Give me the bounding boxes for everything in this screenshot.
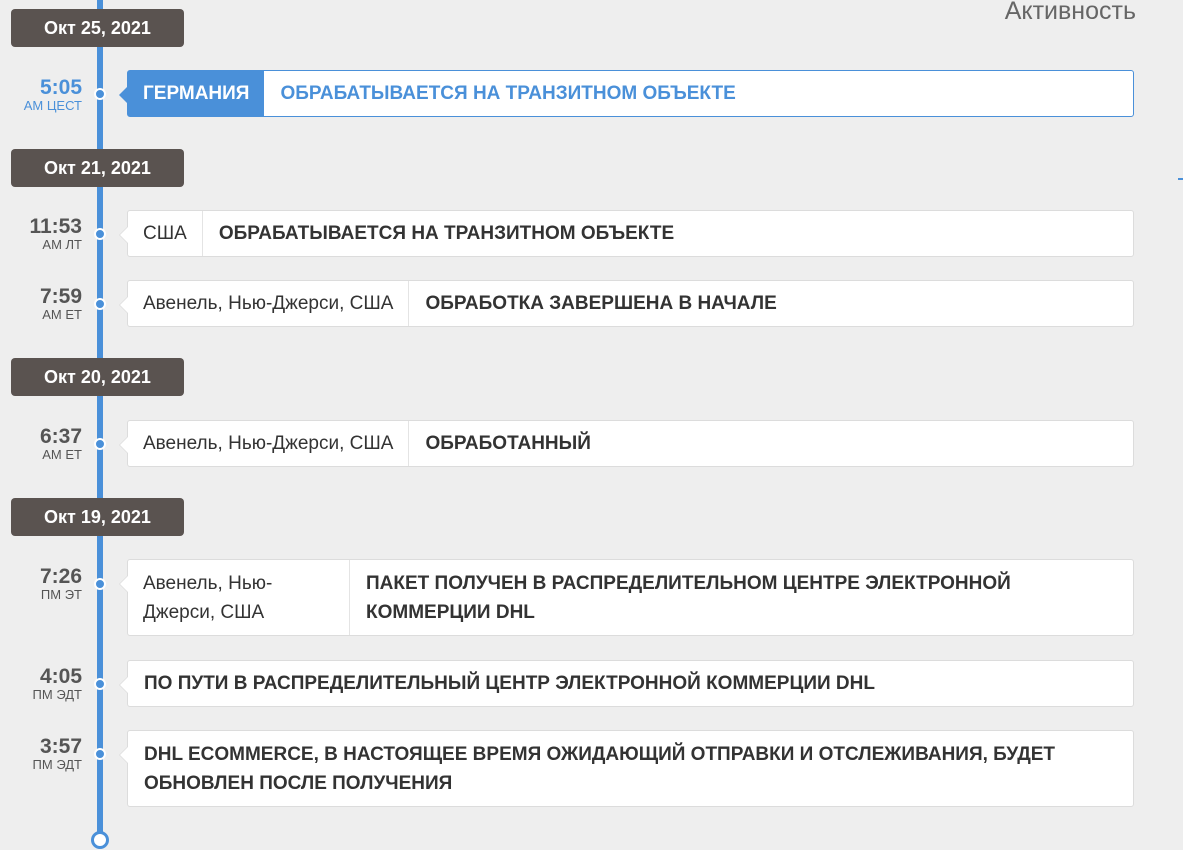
event-time: 5:05 AM ЦЕСТ bbox=[8, 77, 82, 113]
event-status: ОБРАБАТЫВАЕТСЯ НА ТРАНЗИТНОМ ОБЪЕКТЕ bbox=[280, 83, 736, 104]
event-status: ОБРАБОТКА ЗАВЕРШЕНА В НАЧАЛЕ bbox=[425, 293, 777, 314]
timeline-dot bbox=[94, 228, 106, 240]
time-zone: AM ET bbox=[42, 447, 82, 462]
time-value: 6:37 bbox=[39, 425, 82, 448]
date-badge: Окт 20, 2021 bbox=[11, 358, 184, 396]
time-value: 7:59 bbox=[39, 285, 82, 308]
event-time: 4:05 ПМ ЭДТ bbox=[8, 666, 82, 702]
event-card[interactable]: ГЕРМАНИЯ ОБРАБАТЫВАЕТСЯ НА ТРАНЗИТНОМ ОБ… bbox=[119, 70, 1134, 117]
event-status: ОБРАБАТЫВАЕТСЯ НА ТРАНЗИТНОМ ОБЪЕКТЕ bbox=[218, 223, 675, 244]
time-zone: ПМ ЭДТ bbox=[32, 687, 82, 702]
event-card[interactable]: ПО ПУТИ В РАСПРЕДЕЛИТЕЛЬНЫЙ ЦЕНТР ЭЛЕКТР… bbox=[119, 660, 1134, 707]
date-badge: Окт 25, 2021 bbox=[11, 9, 184, 47]
time-zone: ПМ ЭТ bbox=[40, 587, 82, 602]
time-value: 4:05 bbox=[39, 665, 82, 688]
event-card[interactable]: DHL ECOMMERCE, В НАСТОЯЩЕЕ ВРЕМЯ ОЖИДАЮЩ… bbox=[119, 730, 1134, 807]
event-time: 11:53 AM ЛТ bbox=[8, 216, 82, 252]
event-time: 7:26 ПМ ЭТ bbox=[8, 566, 82, 602]
event-status: ПАКЕТ ПОЛУЧЕН В РАСПРЕДЕЛИТЕЛЬНОМ ЦЕНТРЕ… bbox=[366, 572, 1011, 623]
event-status: DHL ECOMMERCE, В НАСТОЯЩЕЕ ВРЕМЯ ОЖИДАЮЩ… bbox=[144, 743, 1056, 794]
timeline-dot bbox=[94, 678, 106, 690]
time-zone: ПМ ЭДТ bbox=[32, 757, 82, 772]
event-time: 3:57 ПМ ЭДТ bbox=[8, 736, 82, 772]
event-time: 7:59 AM ET bbox=[8, 286, 82, 322]
date-badge: Окт 19, 2021 bbox=[11, 498, 184, 536]
date-badge: Окт 21, 2021 bbox=[11, 149, 184, 187]
timeline-dot bbox=[94, 88, 106, 100]
time-value: 7:26 bbox=[39, 565, 82, 588]
time-zone: AM ET bbox=[42, 307, 82, 322]
timeline-dot bbox=[94, 578, 106, 590]
event-card[interactable]: Авенель, Нью-Джерси, США ПАКЕТ ПОЛУЧЕН В… bbox=[119, 559, 1134, 636]
event-status: ОБРАБОТАННЫЙ bbox=[425, 433, 591, 454]
time-value: 5:05 bbox=[39, 76, 82, 99]
event-location: ГЕРМАНИЯ bbox=[128, 71, 265, 116]
timeline-dot bbox=[94, 438, 106, 450]
time-zone: AM ЦЕСТ bbox=[23, 98, 82, 113]
timeline-dot bbox=[94, 298, 106, 310]
timeline-end-marker bbox=[91, 831, 109, 849]
timeline-dot bbox=[94, 748, 106, 760]
scroll-indicator bbox=[1178, 178, 1183, 180]
time-zone: AM ЛТ bbox=[42, 237, 82, 252]
event-location: Авенель, Нью-Джерси, США bbox=[128, 560, 350, 635]
event-location: Авенель, Нью-Джерси, США bbox=[128, 421, 410, 466]
event-location: Авенель, Нью-Джерси, США bbox=[128, 281, 410, 326]
event-card[interactable]: Авенель, Нью-Джерси, США ОБРАБОТАННЫЙ bbox=[119, 420, 1134, 467]
event-card[interactable]: США ОБРАБАТЫВАЕТСЯ НА ТРАНЗИТНОМ ОБЪЕКТЕ bbox=[119, 210, 1134, 257]
event-time: 6:37 AM ET bbox=[8, 426, 82, 462]
event-location: США bbox=[128, 211, 203, 256]
time-value: 3:57 bbox=[39, 735, 82, 758]
section-heading: Активность bbox=[1004, 0, 1136, 25]
time-value: 11:53 bbox=[29, 215, 82, 238]
event-card[interactable]: Авенель, Нью-Джерси, США ОБРАБОТКА ЗАВЕР… bbox=[119, 280, 1134, 327]
event-status: ПО ПУТИ В РАСПРЕДЕЛИТЕЛЬНЫЙ ЦЕНТР ЭЛЕКТР… bbox=[144, 673, 875, 694]
timeline-line bbox=[97, 0, 103, 834]
